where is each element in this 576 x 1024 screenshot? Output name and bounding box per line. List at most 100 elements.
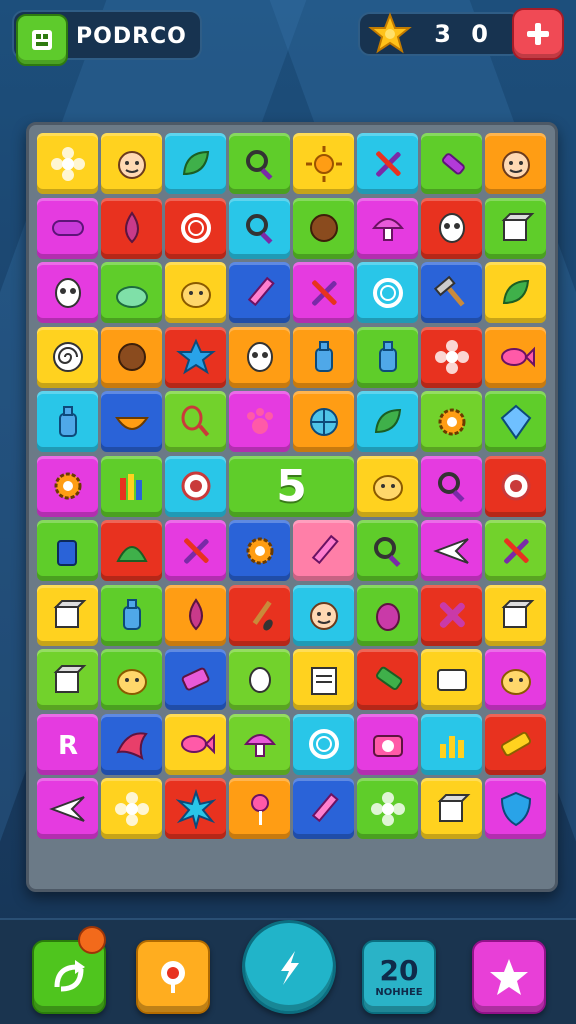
- tools-icon: [311, 279, 337, 306]
- tile-creature[interactable]: [165, 262, 226, 323]
- tile-hammer[interactable]: [421, 262, 482, 323]
- tile-face[interactable]: [293, 584, 354, 646]
- tile-bird[interactable]: [101, 713, 162, 775]
- favorite-button[interactable]: [472, 940, 546, 1014]
- tile-face[interactable]: [101, 133, 162, 194]
- tile-drop[interactable]: [101, 197, 162, 259]
- tile-ball[interactable]: [293, 197, 354, 259]
- tile-star[interactable]: [165, 326, 226, 388]
- tile-mushroom[interactable]: [229, 713, 290, 775]
- tile-shield[interactable]: [485, 778, 546, 839]
- tile-leaf[interactable]: [165, 133, 226, 194]
- tile-flower[interactable]: [37, 133, 98, 194]
- tile-gem[interactable]: [485, 391, 546, 452]
- tile-ball[interactable]: [101, 326, 162, 388]
- tile-target[interactable]: [485, 455, 546, 517]
- boost-counter-button[interactable]: 20 NOHHEE: [362, 940, 436, 1014]
- tile-magnifier[interactable]: [421, 455, 482, 517]
- tile-creature[interactable]: [101, 649, 162, 710]
- tile-flower[interactable]: [421, 326, 482, 388]
- tile-magnifier[interactable]: [357, 520, 418, 581]
- tile-bottle[interactable]: [101, 584, 162, 646]
- tile-flashlight[interactable]: [421, 133, 482, 194]
- tile-magnifier[interactable]: [229, 133, 290, 194]
- tile-gear[interactable]: [37, 455, 98, 517]
- tile-bowl[interactable]: [101, 391, 162, 452]
- tile-box[interactable]: [37, 649, 98, 710]
- hammer-icon: [433, 275, 465, 307]
- tile-flower[interactable]: [101, 778, 162, 839]
- add-currency-button[interactable]: [512, 8, 564, 60]
- mask-icon: [438, 213, 465, 243]
- tile-gear[interactable]: [229, 520, 290, 581]
- tile-box[interactable]: [485, 584, 546, 646]
- tile-mask[interactable]: [421, 197, 482, 259]
- bolt-button[interactable]: [242, 920, 336, 1014]
- tile-tools[interactable]: [357, 133, 418, 194]
- tile-eraser[interactable]: [165, 649, 226, 710]
- tile-leaf[interactable]: [485, 262, 546, 323]
- tile-tools[interactable]: [165, 520, 226, 581]
- tile-bottle[interactable]: [357, 326, 418, 388]
- tile-swirl[interactable]: [37, 326, 98, 388]
- tile-card[interactable]: [421, 649, 482, 710]
- tile-hat[interactable]: [101, 520, 162, 581]
- tile-gear[interactable]: [421, 391, 482, 452]
- tile-ring[interactable]: [293, 713, 354, 775]
- tile-tube[interactable]: [357, 649, 418, 710]
- tile-letter[interactable]: R: [37, 713, 98, 775]
- tile-box[interactable]: [37, 584, 98, 646]
- tile-box[interactable]: [421, 778, 482, 839]
- tile-drop[interactable]: [165, 584, 226, 646]
- tile-paw[interactable]: [229, 391, 290, 452]
- flashlight-icon: [441, 152, 465, 175]
- tile-mask[interactable]: [229, 326, 290, 388]
- tile-ring[interactable]: [357, 262, 418, 323]
- tile-capsule[interactable]: [37, 197, 98, 259]
- tile-target[interactable]: [165, 455, 226, 517]
- tile-paper[interactable]: [293, 649, 354, 710]
- tile-magnifier[interactable]: [229, 197, 290, 259]
- special-combo-tile[interactable]: 5: [229, 455, 354, 517]
- tile-wheel[interactable]: [293, 391, 354, 452]
- tile-sun[interactable]: [293, 133, 354, 194]
- tile-mushroom[interactable]: [357, 197, 418, 259]
- tile-tools[interactable]: [485, 520, 546, 581]
- tile-cup[interactable]: [37, 520, 98, 581]
- tile-pencil[interactable]: [293, 778, 354, 839]
- tile-ring[interactable]: [165, 197, 226, 259]
- tile-bottle[interactable]: [293, 326, 354, 388]
- tile-chart[interactable]: [421, 713, 482, 775]
- tile-crayons[interactable]: [101, 455, 162, 517]
- tile-fish[interactable]: [485, 326, 546, 388]
- tile-burst[interactable]: [165, 778, 226, 839]
- tile-bone[interactable]: [229, 649, 290, 710]
- tile-tape[interactable]: [485, 713, 546, 775]
- tile-pencil[interactable]: [229, 262, 290, 323]
- tile-mask[interactable]: [37, 262, 98, 323]
- tile-bush[interactable]: [101, 262, 162, 323]
- flower-icon: [50, 146, 85, 181]
- mushroom-icon: [371, 218, 404, 241]
- tile-creature[interactable]: [485, 649, 546, 710]
- tile-leaf[interactable]: [357, 391, 418, 452]
- tile-plane[interactable]: [37, 778, 98, 839]
- hint-button[interactable]: [136, 940, 210, 1014]
- tile-pencil[interactable]: [293, 520, 354, 581]
- tile-box[interactable]: [485, 197, 546, 259]
- tile-cross[interactable]: [421, 584, 482, 646]
- tile-racket[interactable]: [165, 391, 226, 452]
- tile-face[interactable]: [485, 133, 546, 194]
- bowl-icon: [114, 416, 149, 430]
- tile-brush[interactable]: [229, 584, 290, 646]
- tile-bottle[interactable]: [37, 391, 98, 452]
- game-logo-icon[interactable]: [16, 14, 68, 66]
- tile-tools[interactable]: [293, 262, 354, 323]
- tile-creature[interactable]: [357, 455, 418, 517]
- tile-plane[interactable]: [421, 520, 482, 581]
- tile-beetle[interactable]: [357, 584, 418, 646]
- tile-lollipop[interactable]: [229, 778, 290, 839]
- tile-camera[interactable]: [357, 713, 418, 775]
- tile-flower[interactable]: [357, 778, 418, 839]
- tile-fish[interactable]: [165, 713, 226, 775]
